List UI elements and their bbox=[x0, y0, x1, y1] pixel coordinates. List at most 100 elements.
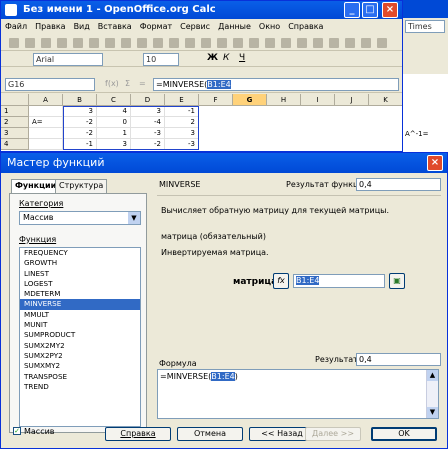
toolbar-icon[interactable] bbox=[105, 38, 115, 48]
array-checkbox[interactable]: ✓ bbox=[13, 427, 21, 435]
cell[interactable] bbox=[29, 139, 63, 150]
menu-item[interactable]: Данные bbox=[218, 22, 251, 31]
menu-item[interactable]: Формат bbox=[140, 22, 172, 31]
cell[interactable] bbox=[29, 106, 63, 117]
toolbar-icon[interactable] bbox=[249, 38, 259, 48]
column-header[interactable]: F bbox=[199, 94, 233, 106]
toolbar-icon[interactable] bbox=[121, 38, 131, 48]
column-header[interactable]: A bbox=[29, 94, 63, 106]
tab-functions[interactable]: Функции bbox=[11, 179, 61, 193]
function-list-item[interactable]: SUMX2MY2 bbox=[20, 341, 140, 351]
toolbar-icon[interactable] bbox=[9, 38, 19, 48]
toolbar-icon[interactable] bbox=[57, 38, 67, 48]
font-name-box[interactable]: Arial bbox=[33, 53, 103, 66]
menu-item[interactable]: Вставка bbox=[98, 22, 132, 31]
function-wizard-icon[interactable]: f(x) bbox=[105, 79, 119, 88]
sum-icon[interactable]: Σ bbox=[125, 79, 130, 88]
equals-icon[interactable]: = bbox=[139, 79, 146, 88]
toolbar-icon[interactable] bbox=[313, 38, 323, 48]
toolbar-icon[interactable] bbox=[89, 38, 99, 48]
ok-button[interactable]: OK bbox=[371, 427, 437, 441]
menu-item[interactable]: Окно bbox=[259, 22, 280, 31]
toolbar-icon[interactable] bbox=[265, 38, 275, 48]
minimize-button[interactable]: _ bbox=[344, 2, 360, 18]
formula-input[interactable]: =MINVERSE(B1:E4 bbox=[153, 78, 399, 91]
toolbar-icon[interactable] bbox=[169, 38, 179, 48]
column-header[interactable]: H bbox=[267, 94, 301, 106]
function-list-item[interactable]: SUMXMY2 bbox=[20, 361, 140, 371]
column-header[interactable]: C bbox=[97, 94, 131, 106]
help-button[interactable]: Справка bbox=[105, 427, 171, 441]
toolbar-icon[interactable] bbox=[297, 38, 307, 48]
cell[interactable]: A= bbox=[29, 117, 63, 128]
toolbar-icon[interactable] bbox=[377, 38, 387, 48]
function-list-item[interactable]: TREND bbox=[20, 382, 140, 392]
function-list-item[interactable]: LINEST bbox=[20, 269, 140, 279]
cancel-button[interactable]: Отмена bbox=[177, 427, 243, 441]
close-button[interactable]: × bbox=[382, 2, 398, 18]
menu-item[interactable]: Файл bbox=[5, 22, 27, 31]
toolbar-icon[interactable] bbox=[201, 38, 211, 48]
shrink-icon[interactable]: ▣ bbox=[389, 273, 405, 289]
row-header[interactable]: 2 bbox=[1, 117, 29, 128]
name-box[interactable]: G16 bbox=[5, 78, 95, 91]
row-header[interactable]: 1 bbox=[1, 106, 29, 117]
formula-textarea[interactable]: =MINVERSE(B1:E4) ▲ ▼ bbox=[157, 369, 439, 419]
column-header[interactable]: D bbox=[131, 94, 165, 106]
tab-structure[interactable]: Структура bbox=[55, 179, 108, 193]
spreadsheet-grid[interactable]: A B C D E F G H I J K 1 3 4 3 -1 2 A= -2 0 -4 2 3 -2 1 -3 3 4 -1 3 -2-… bbox=[1, 94, 402, 151]
row-header[interactable]: 4 bbox=[1, 139, 29, 150]
toolbar-icon[interactable] bbox=[185, 38, 195, 48]
function-list-item[interactable]: GROWTH bbox=[20, 258, 140, 268]
toolbar-icon[interactable] bbox=[361, 38, 371, 48]
toolbar-icon[interactable] bbox=[281, 38, 291, 48]
function-list-item[interactable]: FREQUENCY bbox=[20, 248, 140, 258]
toolbar-icon[interactable] bbox=[25, 38, 35, 48]
toolbar-icon[interactable] bbox=[345, 38, 355, 48]
column-header[interactable]: K bbox=[369, 94, 402, 106]
grid-corner[interactable] bbox=[1, 94, 29, 106]
function-list-item[interactable]: MUNIT bbox=[20, 320, 140, 330]
cell[interactable] bbox=[29, 128, 63, 139]
column-header[interactable]: I bbox=[301, 94, 335, 106]
function-list-item[interactable]: MMULT bbox=[20, 310, 140, 320]
fx-button[interactable]: fx bbox=[273, 273, 289, 289]
maximize-button[interactable]: □ bbox=[362, 2, 378, 18]
dialog-close-button[interactable]: × bbox=[427, 155, 443, 171]
argument-input[interactable]: B1:E4 bbox=[293, 274, 385, 288]
scroll-down-icon[interactable]: ▼ bbox=[427, 407, 438, 418]
menu-item[interactable]: Правка bbox=[35, 22, 65, 31]
toolbar-icon[interactable] bbox=[137, 38, 147, 48]
formula-scrollbar[interactable]: ▲ ▼ bbox=[426, 370, 438, 418]
row-header[interactable]: 3 bbox=[1, 128, 29, 139]
function-list-item[interactable]: LOGEST bbox=[20, 279, 140, 289]
column-header[interactable]: E bbox=[165, 94, 199, 106]
underline-icon[interactable]: Ч bbox=[239, 53, 245, 63]
toolbar-icon[interactable] bbox=[329, 38, 339, 48]
category-select[interactable]: Массив ▼ bbox=[19, 211, 141, 225]
next-button[interactable]: Далее >> bbox=[305, 427, 361, 441]
function-list-item[interactable]: TRANSPOSE bbox=[20, 372, 140, 382]
toolbar-icon[interactable] bbox=[73, 38, 83, 48]
function-list-item[interactable]: SUMX2PY2 bbox=[20, 351, 140, 361]
function-list-item[interactable]: MINVERSE bbox=[20, 299, 140, 310]
column-header[interactable]: B bbox=[63, 94, 97, 106]
column-header[interactable]: J bbox=[335, 94, 369, 106]
toolbar-icon[interactable] bbox=[217, 38, 227, 48]
menu-item[interactable]: Справка bbox=[288, 22, 323, 31]
scroll-up-icon[interactable]: ▲ bbox=[427, 370, 438, 381]
bold-icon[interactable]: Ж bbox=[207, 53, 218, 63]
toolbar-icon[interactable] bbox=[233, 38, 243, 48]
toolbar-icon[interactable] bbox=[41, 38, 51, 48]
toolbar-icon[interactable] bbox=[153, 38, 163, 48]
chevron-down-icon[interactable]: ▼ bbox=[128, 212, 140, 224]
italic-icon[interactable]: К bbox=[223, 53, 229, 63]
bg-font-box[interactable]: Times bbox=[405, 20, 445, 33]
menu-item[interactable]: Вид bbox=[74, 22, 90, 31]
calc-title-bar[interactable]: Без имени 1 - OpenOffice.org Calc bbox=[1, 1, 402, 19]
function-list[interactable]: FREQUENCY GROWTH LINEST LOGEST MDETERM MINVER… bbox=[19, 247, 141, 427]
function-list-item[interactable]: MDETERM bbox=[20, 289, 140, 299]
menu-item[interactable]: Сервис bbox=[180, 22, 210, 31]
dialog-title-bar[interactable]: Мастер функций bbox=[1, 153, 447, 173]
column-header[interactable]: G bbox=[233, 94, 267, 106]
